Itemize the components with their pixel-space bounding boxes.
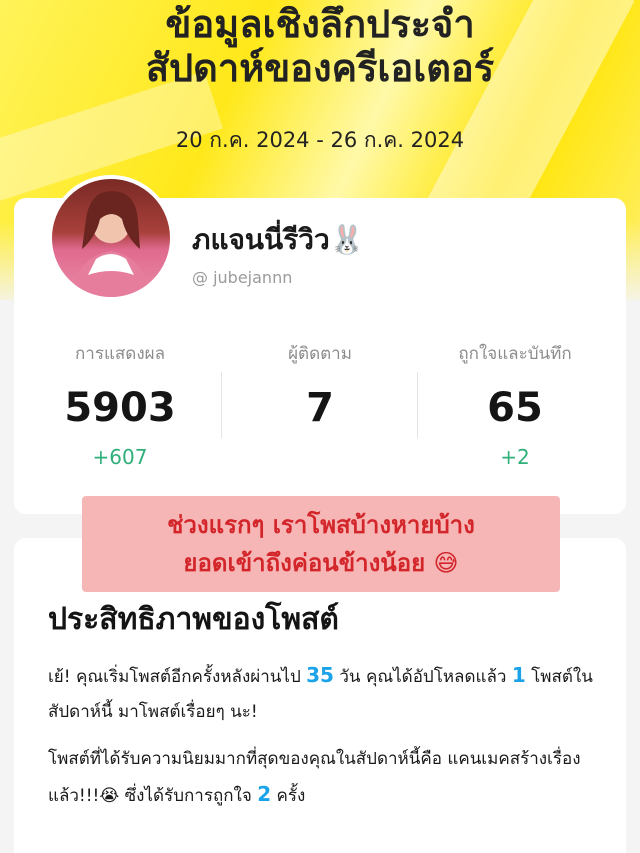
avatar-image [72,191,150,297]
page-title: ข้อมูลเชิงลึกประจำ สัปดาห์ของครีเอเตอร์ [0,2,640,90]
stat-value: 7 [306,385,334,431]
performance-paragraph-1: เย้! คุณเริ่มโพสต์อีกครั้งหลังผ่านไป 35 … [48,658,608,730]
stat-delta: +607 [92,445,148,469]
stat-label: การแสดงผล [74,344,166,364]
stat-label: ผู้ติดตาม [288,344,352,364]
stat-value: 5903 [64,385,176,431]
profile-name: ภแจนนี่รีวิว🐰 [192,223,365,256]
stat-delta: +2 [500,445,530,469]
stat-delta [218,445,422,469]
note-line2: ยอดเข้าถึงค่อนข้างน้อย 😅 [183,549,459,577]
stat-followers: ผู้ติดตาม 7 [218,340,422,469]
avatar[interactable] [48,175,174,301]
text-segment: วัน คุณได้อัปโหลดแล้ว [333,667,512,687]
stat-impressions: การแสดงผล 5903 +607 [18,340,222,469]
stat-likes-saves: ถูกใจและบันทึก 65 +2 [413,340,617,469]
posts-count: 1 [511,663,526,687]
profile-handle: @ jubejannn [192,268,293,287]
note-caption: ช่วงแรกๆ เราโพสบ้างหายบ้าง ยอดเข้าถึงค่อ… [82,496,560,592]
likes-count: 2 [257,782,272,806]
performance-paragraph-2: โพสต์ที่ได้รับความนิยมมากที่สุดของคุณในส… [48,742,608,814]
stat-label: ถูกใจและบันทึก [458,344,572,364]
page-title-line1: ข้อมูลเชิงลึกประจำ [165,2,475,46]
performance-title: ประสิทธิภาพของโพสต์ [48,602,339,637]
text-segment: ครั้ง [271,786,306,806]
note-line1: ช่วงแรกๆ เราโพสบ้างหายบ้าง [167,511,475,539]
page-title-line2: สัปดาห์ของครีเอเตอร์ [145,46,495,90]
date-range: 20 ก.ค. 2024 - 26 ก.ค. 2024 [175,128,465,152]
text-segment: เย้! คุณเริ่มโพสต์อีกครั้งหลังผ่านไป [48,667,307,687]
stat-value: 65 [487,385,543,431]
text-segment: โพสต์ที่ได้รับความนิยมมากที่สุดของคุณในส… [48,749,581,806]
days-count: 35 [306,663,334,687]
